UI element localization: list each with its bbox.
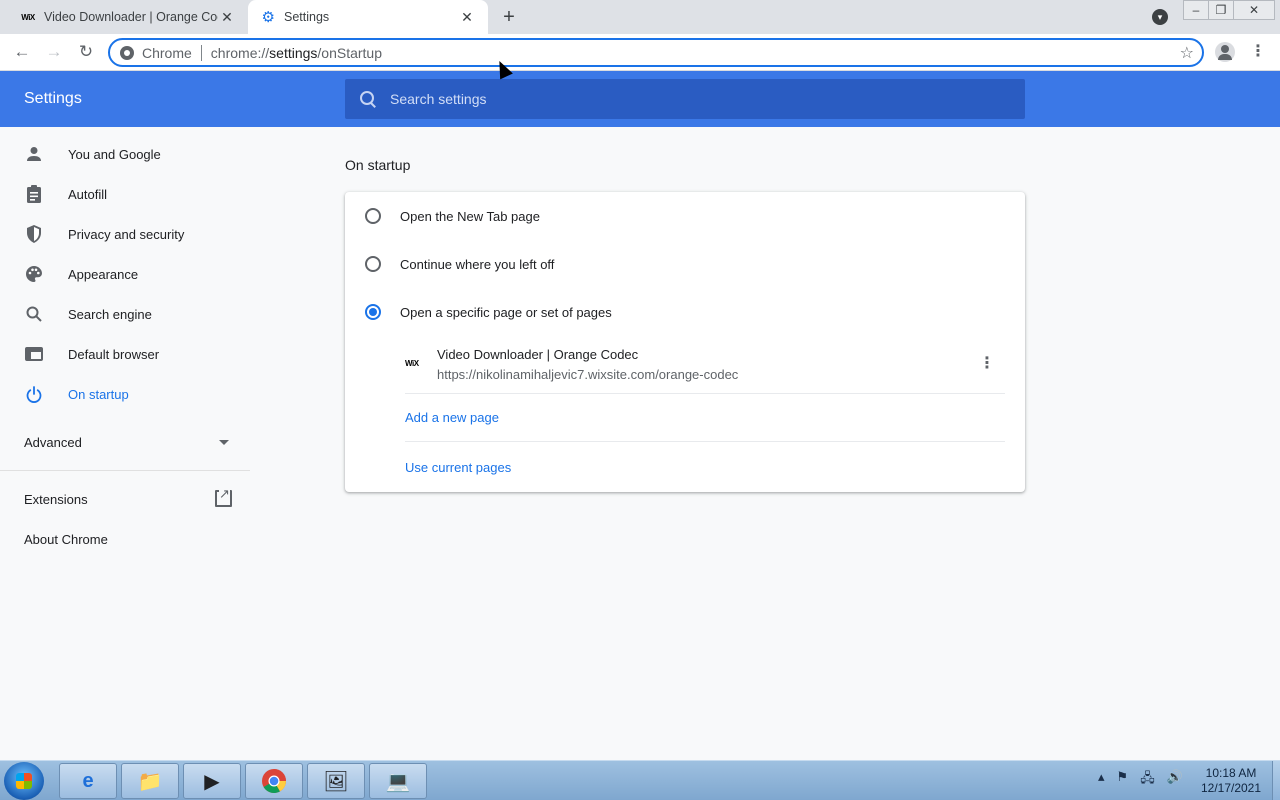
radio-button-checked[interactable] — [365, 304, 381, 320]
palette-icon — [24, 264, 44, 284]
taskbar-media-player-icon[interactable]: ▶ — [183, 763, 241, 799]
back-arrow-icon[interactable]: ← — [10, 40, 34, 64]
settings-search-box[interactable] — [345, 79, 1025, 119]
option-label: Continue where you left off — [400, 256, 555, 272]
sidebar-item-on-startup[interactable]: On startup — [0, 374, 250, 414]
use-current-pages-link[interactable]: Use current pages — [405, 443, 1005, 491]
url-prefix: chrome:// — [210, 44, 270, 61]
minimize-icon[interactable]: – — [1183, 0, 1209, 20]
tray-expand-icon[interactable]: ▴ — [1098, 769, 1105, 791]
power-icon — [24, 384, 44, 404]
close-icon[interactable]: ✕ — [458, 8, 476, 26]
forward-arrow-icon[interactable]: → — [42, 40, 66, 64]
sidebar-item-label: You and Google — [68, 146, 161, 162]
sidebar-item-you-and-google[interactable]: You and Google — [0, 134, 250, 174]
taskbar-image-viewer-icon[interactable]: 🖼 — [307, 763, 365, 799]
sidebar-divider — [0, 470, 250, 471]
more-actions-icon[interactable]: ⋮ — [977, 354, 997, 374]
startup-page-url: https://nikolinamihaljevic7.wixsite.com/… — [437, 367, 739, 382]
tab-search-chevron-icon[interactable]: ▾ — [1152, 9, 1168, 25]
taskbar-internet-explorer-icon[interactable]: e — [59, 763, 117, 799]
settings-header: Settings — [0, 71, 1280, 127]
window-close-icon[interactable]: ✕ — [1233, 0, 1275, 20]
sidebar-item-label: Search engine — [68, 306, 152, 322]
section-title: On startup — [345, 157, 411, 173]
tab-settings[interactable]: ⚙ Settings ✕ — [248, 0, 488, 34]
system-tray: ▴ ⚑ 🖧 🔊 — [1098, 769, 1183, 791]
search-icon — [24, 304, 44, 324]
clock-date: 12/17/2021 — [1200, 781, 1262, 795]
url-path: /onStartup — [317, 44, 383, 61]
volume-icon[interactable]: 🔊 — [1167, 769, 1183, 791]
chrome-secure-icon[interactable] — [120, 45, 134, 60]
on-startup-card: Open the New Tab page Continue where you… — [345, 192, 1025, 492]
radio-button[interactable] — [365, 208, 381, 224]
sidebar-item-appearance[interactable]: Appearance — [0, 254, 250, 294]
clipboard-icon — [24, 184, 44, 204]
shield-icon — [24, 224, 44, 244]
sidebar-item-label: Appearance — [68, 266, 139, 282]
reload-icon[interactable]: ↻ — [74, 40, 98, 64]
browser-toolbar: ← → ↻ Chrome chrome://settings/onStartup… — [0, 34, 1280, 71]
chevron-down-icon[interactable] — [219, 440, 229, 445]
browser-window-icon — [24, 344, 44, 364]
add-new-page-link[interactable]: Add a new page — [405, 394, 1005, 442]
windows-taskbar: e 📁 ▶ 🖼 💻 ▴ ⚑ 🖧 🔊 10:18 AM 12/17/2021 — [0, 760, 1280, 800]
option-label: Open a specific page or set of pages — [400, 304, 612, 320]
tab-title: Video Downloader | Orange Cod — [44, 10, 218, 24]
action-center-flag-icon[interactable]: ⚑ — [1117, 769, 1129, 791]
option-specific-pages[interactable]: Open a specific page or set of pages — [345, 288, 1025, 336]
tab-title: Settings — [284, 10, 330, 24]
sidebar-item-default-browser[interactable]: Default browser — [0, 334, 250, 374]
network-icon[interactable]: 🖧 — [1140, 769, 1155, 791]
tab-video-downloader[interactable]: WiX Video Downloader | Orange Cod ✕ — [8, 0, 248, 34]
option-new-tab-page[interactable]: Open the New Tab page — [345, 192, 1025, 240]
option-label: Open the New Tab page — [400, 208, 540, 224]
address-bar[interactable]: Chrome chrome://settings/onStartup ☆ — [108, 38, 1204, 67]
search-icon — [359, 90, 377, 108]
sidebar-advanced-toggle[interactable]: Advanced — [24, 435, 82, 450]
new-tab-plus-icon[interactable]: + — [498, 6, 520, 28]
taskbar-installer-icon[interactable]: 💻 — [369, 763, 427, 799]
sidebar-item-label: Privacy and security — [68, 226, 185, 242]
bookmark-star-icon[interactable]: ☆ — [1180, 43, 1194, 63]
radio-button[interactable] — [365, 256, 381, 272]
clock-time: 10:18 AM — [1205, 766, 1257, 780]
url-host: settings — [269, 44, 318, 61]
tab-strip: WiX Video Downloader | Orange Cod ✕ ⚙ Se… — [0, 0, 1280, 34]
search-input[interactable] — [390, 91, 990, 107]
windows-start-button[interactable] — [4, 762, 44, 800]
taskbar-chrome-icon[interactable] — [245, 763, 303, 799]
sidebar-item-extensions[interactable]: Extensions — [24, 492, 88, 507]
address-url[interactable]: chrome://settings/onStartup — [202, 45, 382, 61]
wix-favicon-icon: WiX — [21, 12, 35, 22]
sidebar-item-label: Default browser — [68, 346, 160, 362]
sidebar-item-about-chrome[interactable]: About Chrome — [24, 532, 108, 547]
sidebar-item-label: Autofill — [68, 186, 108, 202]
close-icon[interactable]: ✕ — [218, 8, 236, 26]
startup-page-title: Video Downloader | Orange Codec — [437, 347, 639, 362]
sidebar-item-search-engine[interactable]: Search engine — [0, 294, 250, 334]
person-icon — [24, 144, 44, 164]
startup-page-entry: WiX Video Downloader | Orange Codec http… — [405, 342, 1005, 394]
taskbar-file-explorer-icon[interactable]: 📁 — [121, 763, 179, 799]
wix-favicon-icon: WiX — [405, 359, 419, 368]
taskbar-clock[interactable]: 10:18 AM 12/17/2021 — [1195, 766, 1267, 796]
gear-icon: ⚙ — [261, 9, 275, 26]
show-desktop-button[interactable] — [1272, 761, 1280, 800]
page-title: Settings — [24, 90, 82, 107]
kebab-menu-icon[interactable]: ⋮ — [1250, 42, 1266, 62]
address-scheme-label: Chrome — [142, 44, 202, 61]
sidebar-item-label: On startup — [68, 386, 129, 402]
sidebar-item-privacy-and-security[interactable]: Privacy and security — [0, 214, 250, 254]
settings-sidebar: You and Google Autofill Privacy and secu… — [0, 127, 250, 760]
restore-icon[interactable]: ❐ — [1208, 0, 1234, 20]
external-link-icon[interactable] — [215, 486, 232, 507]
profile-avatar-icon[interactable] — [1215, 42, 1235, 62]
option-continue-where-left-off[interactable]: Continue where you left off — [345, 240, 1025, 288]
sidebar-item-autofill[interactable]: Autofill — [0, 174, 250, 214]
